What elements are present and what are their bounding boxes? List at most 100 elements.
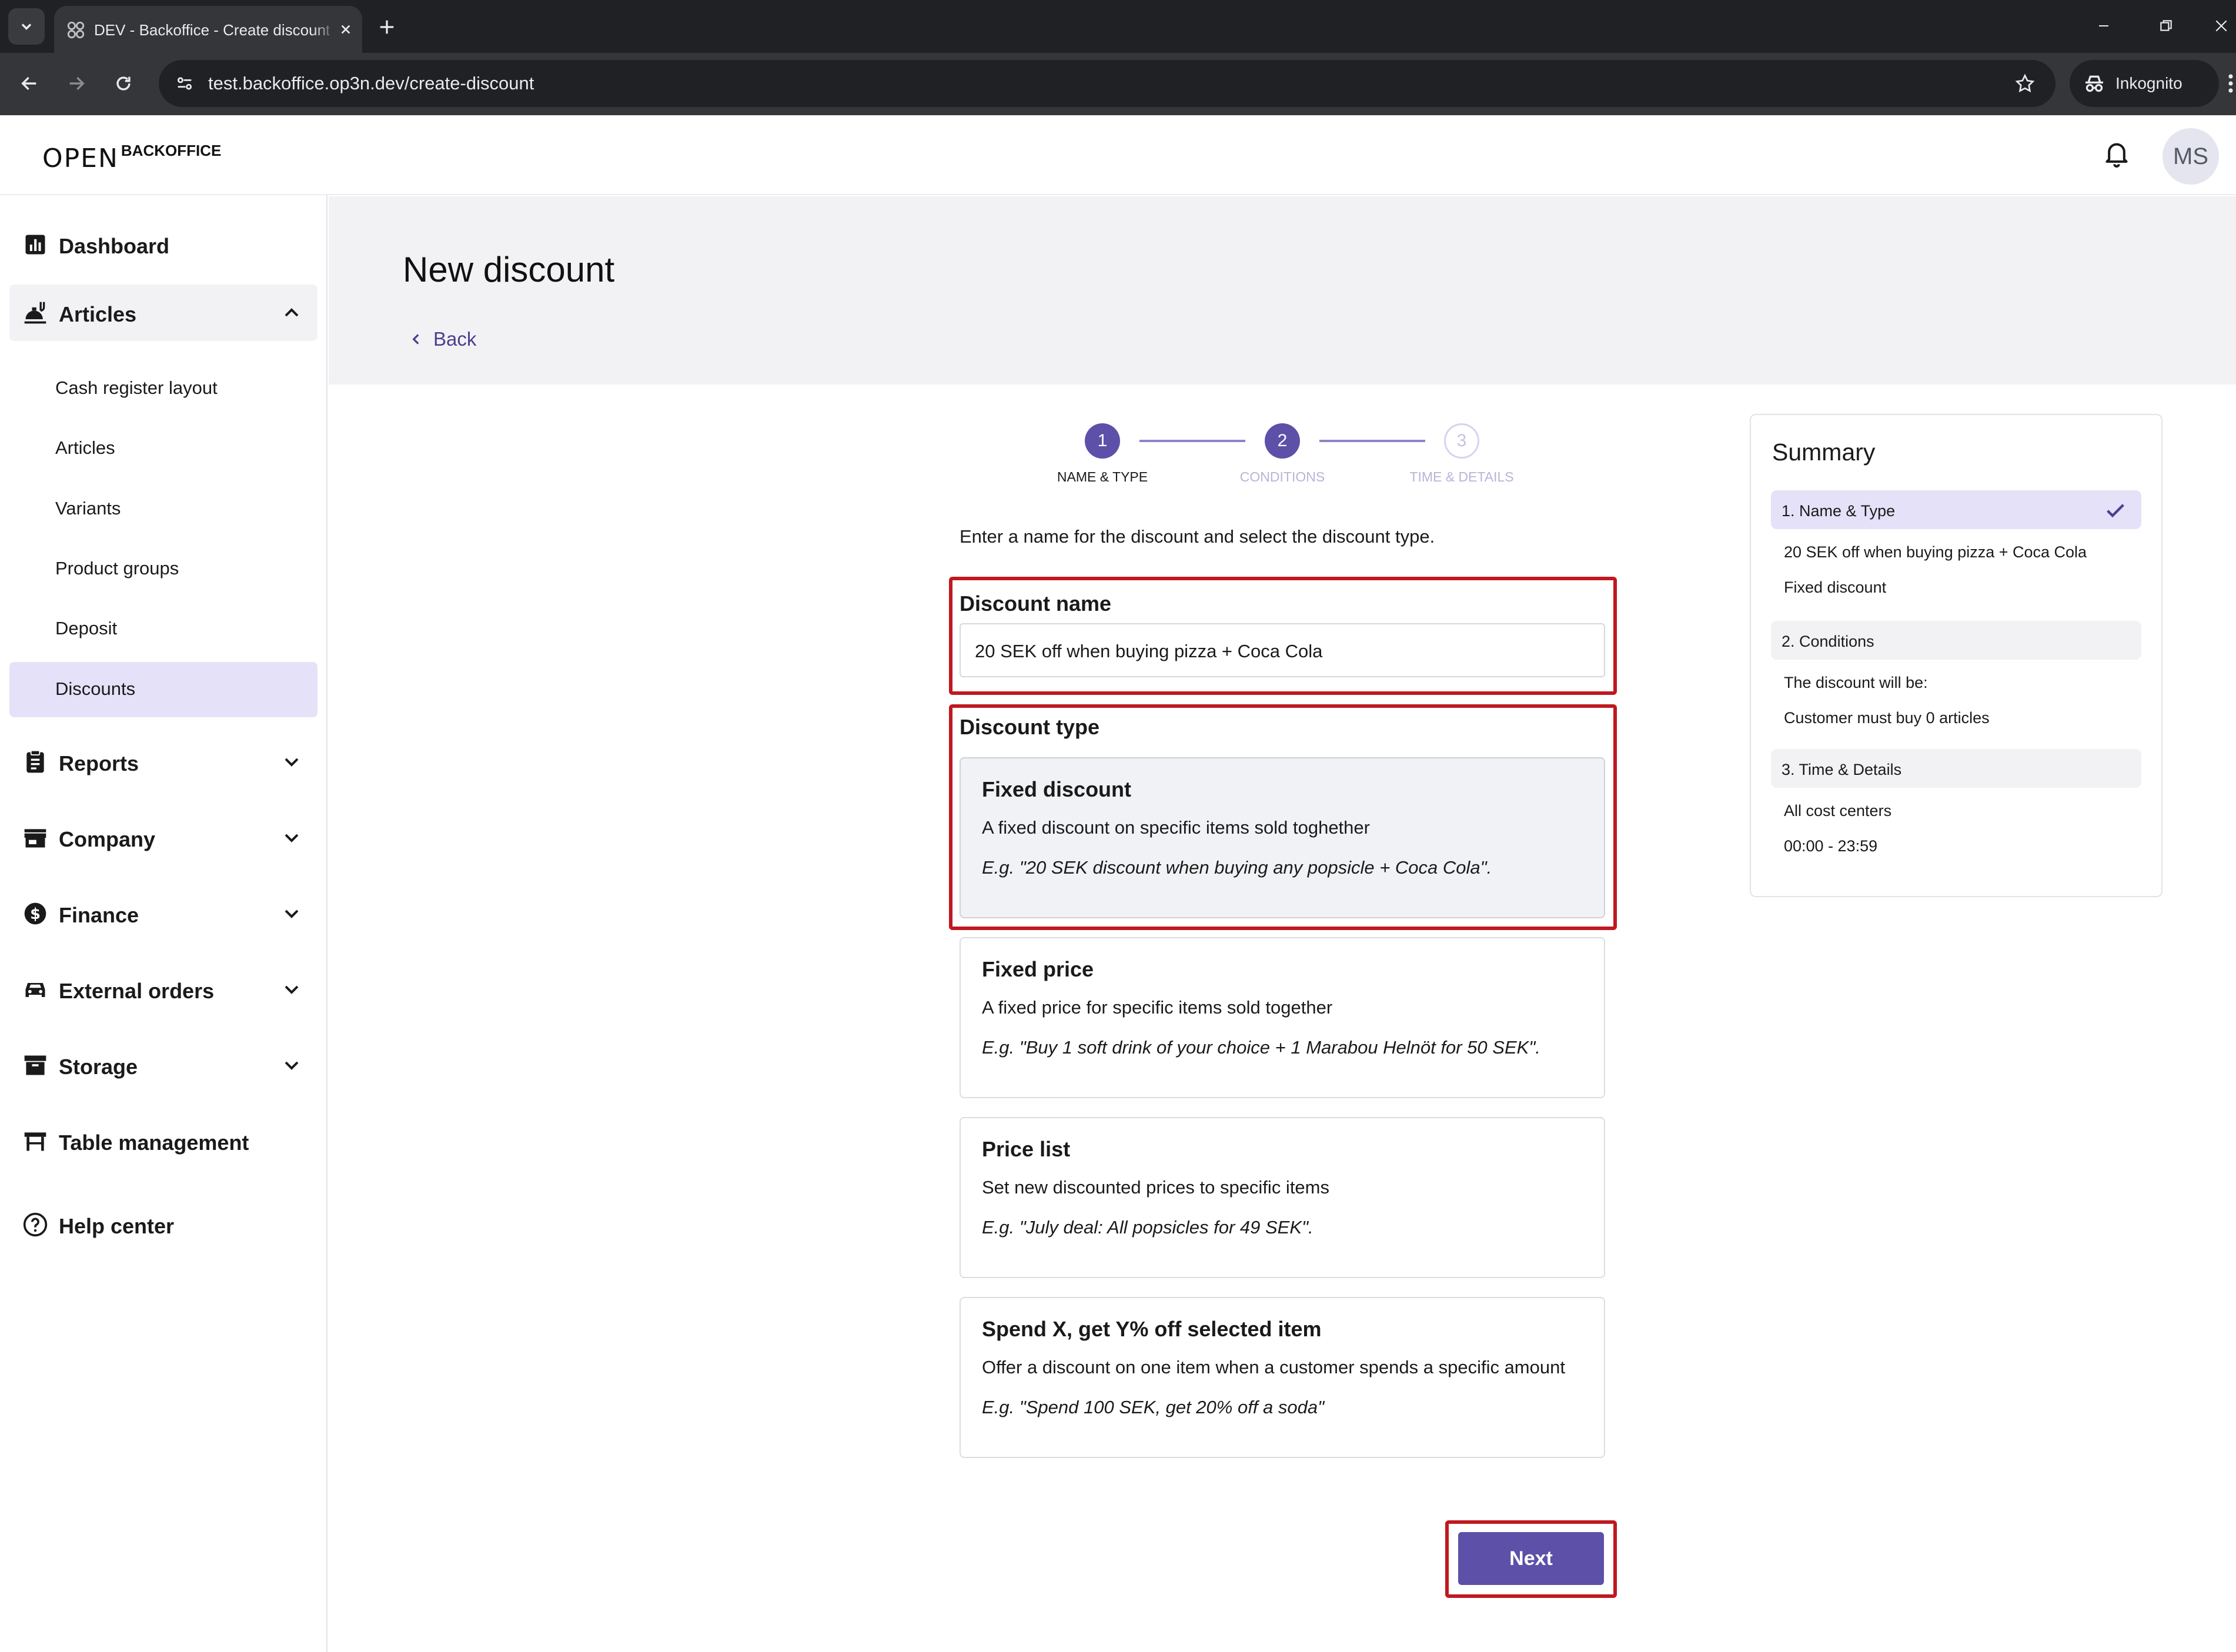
food-tray-icon — [24, 302, 46, 324]
type-card-title: Fixed discount — [982, 777, 1132, 801]
discount-type-fixed-price[interactable]: Fixed price A fixed price for specific i… — [960, 937, 1605, 1098]
tab-close-button[interactable] — [335, 19, 356, 40]
sidebar-item-label: Help center — [59, 1214, 175, 1238]
url-text: test.backoffice.op3n.dev/create-discount — [208, 73, 534, 93]
table-icon — [24, 1132, 46, 1151]
svg-text:$: $ — [30, 905, 41, 923]
logo-mark: OPEN — [42, 143, 119, 173]
notifications-button[interactable] — [2100, 136, 2133, 172]
discount-type-price-list[interactable]: Price list Set new discounted prices to … — [960, 1117, 1605, 1278]
step-3-label: TIME & DETAILS — [1409, 469, 1514, 484]
sidebar-item-label: Articles — [59, 302, 137, 326]
bookmark-button[interactable] — [2010, 68, 2040, 99]
minimize-window-button[interactable] — [2086, 8, 2121, 44]
summary-line: Fixed discount — [1784, 578, 1887, 596]
sidebar-subitem-label: Articles — [55, 437, 115, 458]
close-icon — [341, 25, 350, 34]
sidebar-item-dashboard[interactable]: Dashboard — [9, 216, 317, 273]
sidebar-item-help-center[interactable]: Help center — [9, 1196, 317, 1253]
more-vertical-icon — [2228, 74, 2233, 93]
sidebar-subitem-label: Discounts — [55, 678, 136, 699]
restore-window-button[interactable] — [2148, 8, 2184, 44]
page-title: New discount — [403, 250, 615, 289]
summary-line: 20 SEK off when buying pizza + Coca Cola — [1784, 543, 2087, 561]
summary-section-conditions[interactable]: 2. Conditions — [1771, 621, 2141, 660]
sidebar-subitem-cash-register-layout[interactable]: Cash register layout — [9, 361, 317, 416]
sidebar-item-label: External orders — [59, 979, 215, 1003]
reload-button[interactable] — [107, 67, 140, 100]
back-nav-button[interactable] — [13, 67, 46, 100]
step-connector — [1319, 440, 1425, 442]
sidebar-item-articles[interactable]: Articles — [9, 285, 317, 341]
form-intro: Enter a name for the discount and select… — [960, 526, 1435, 547]
type-card-description: A fixed price for specific items sold to… — [982, 997, 1333, 1018]
back-link[interactable]: Back — [409, 325, 476, 354]
sidebar-item-label: Finance — [59, 903, 139, 927]
browser-tab[interactable]: DEV - Backoffice - Create discount — [54, 6, 362, 53]
summary-section-name-type[interactable]: 1. Name & Type — [1771, 490, 2141, 529]
address-bar[interactable]: test.backoffice.op3n.dev/create-discount — [159, 60, 2055, 107]
sidebar-item-finance[interactable]: $ Finance — [9, 885, 317, 942]
type-card-example: E.g. "20 SEK discount when buying any po… — [982, 857, 1492, 878]
summary-section-time-details[interactable]: 3. Time & Details — [1771, 749, 2141, 788]
chevron-down-icon — [285, 909, 299, 918]
sidebar-subitem-label: Product groups — [55, 558, 179, 578]
summary-line: All cost centers — [1784, 802, 1892, 820]
logo-text: BACKOFFICE — [121, 142, 222, 159]
type-card-example: E.g. "Spend 100 SEK, get 20% off a soda" — [982, 1397, 1325, 1417]
type-card-description: Offer a discount on one item when a cust… — [982, 1357, 1565, 1377]
discount-type-fixed-discount[interactable]: Fixed discount A fixed discount on speci… — [960, 757, 1605, 918]
discount-name-label: Discount name — [960, 591, 1112, 616]
chevron-down-icon — [285, 834, 299, 842]
chevron-left-icon — [412, 334, 419, 345]
close-icon — [2215, 20, 2227, 32]
restore-icon — [2160, 20, 2172, 31]
site-info-button[interactable] — [169, 68, 200, 99]
minimize-icon — [2099, 25, 2108, 26]
discount-name-input[interactable]: 20 SEK off when buying pizza + Coca Cola — [960, 623, 1605, 677]
sidebar-subitem-variants[interactable]: Variants — [9, 481, 317, 537]
tab-title: DEV - Backoffice - Create discount — [94, 21, 329, 39]
browser-toolbar: test.backoffice.op3n.dev/create-discount… — [0, 53, 2236, 115]
avatar[interactable]: MS — [2163, 128, 2219, 185]
sidebar-item-external-orders[interactable]: External orders — [9, 961, 317, 1018]
sidebar-subitem-deposit[interactable]: Deposit — [9, 601, 317, 657]
sidebar-subitem-articles[interactable]: Articles — [9, 421, 317, 476]
step-connector — [1139, 440, 1245, 442]
plus-icon — [380, 20, 394, 34]
chevron-down-icon — [285, 1061, 299, 1070]
chevron-up-icon — [285, 308, 299, 317]
bar-chart-icon — [25, 235, 45, 255]
summary-line: Customer must buy 0 articles — [1784, 709, 1990, 727]
sidebar-subitem-discounts[interactable]: Discounts — [9, 662, 317, 717]
browser-menu-button[interactable] — [2225, 67, 2236, 100]
next-button[interactable]: Next — [1458, 1532, 1604, 1585]
forward-nav-button[interactable] — [60, 67, 93, 100]
sidebar-item-reports[interactable]: Reports — [9, 734, 317, 790]
incognito-indicator[interactable]: Inkognito — [2070, 60, 2219, 107]
type-card-title: Spend X, get Y% off selected item — [982, 1317, 1322, 1341]
new-tab-button[interactable] — [374, 14, 400, 40]
summary-line: The discount will be: — [1784, 674, 1928, 691]
type-card-title: Price list — [982, 1137, 1071, 1161]
summary-section-label: 2. Conditions — [1782, 633, 1874, 650]
arrow-left-icon — [21, 76, 36, 91]
sidebar-subitem-product-groups[interactable]: Product groups — [9, 541, 317, 597]
type-card-example: E.g. "July deal: All popsicles for 49 SE… — [982, 1217, 1313, 1238]
sidebar-item-label: Dashboard — [59, 234, 170, 258]
sidebar-item-label: Table management — [59, 1131, 249, 1155]
close-window-button[interactable] — [2204, 8, 2236, 44]
logo[interactable]: OPEN BACKOFFICE — [42, 136, 221, 172]
sidebar-item-storage[interactable]: Storage — [9, 1037, 317, 1093]
sidebar-item-label: Company — [59, 827, 156, 851]
sidebar: Dashboard Articles Cash register layout … — [0, 195, 327, 1652]
discount-type-spend-x-get-y[interactable]: Spend X, get Y% off selected item Offer … — [960, 1297, 1605, 1458]
arrow-right-icon — [69, 76, 85, 91]
chevron-down-icon — [285, 985, 299, 994]
sidebar-item-table-management[interactable]: Table management — [9, 1113, 317, 1169]
sidebar-item-company[interactable]: Company — [9, 810, 317, 866]
tune-icon — [177, 77, 192, 90]
type-card-description: A fixed discount on specific items sold … — [982, 817, 1370, 838]
type-card-example: E.g. "Buy 1 soft drink of your choice + … — [982, 1037, 1540, 1058]
tab-search-button[interactable] — [8, 8, 45, 45]
